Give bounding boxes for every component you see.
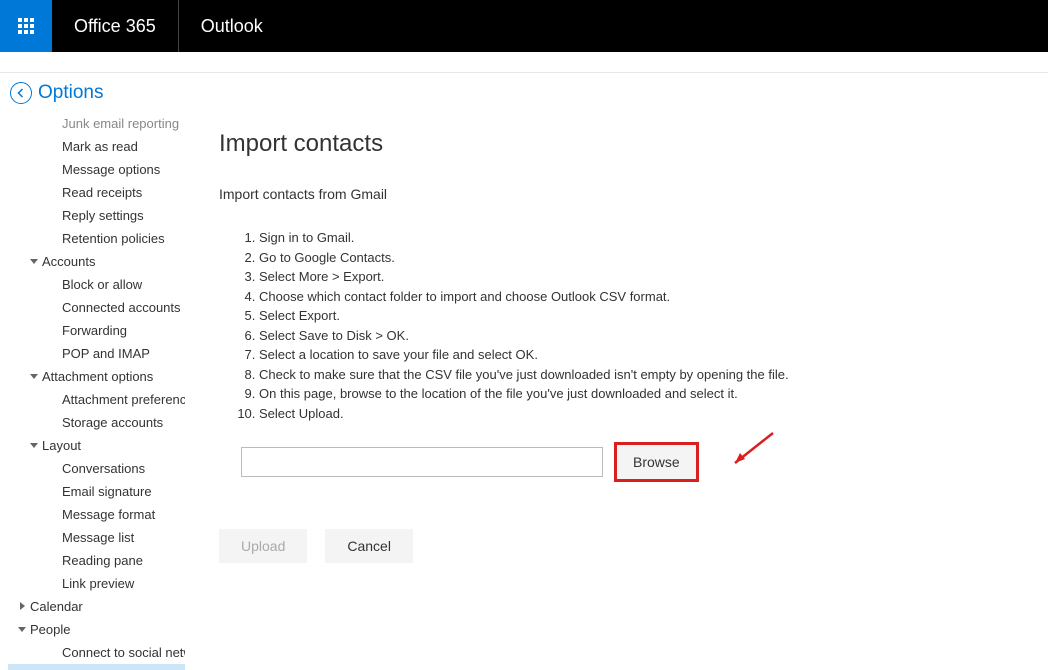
instruction-step: Select Export.: [259, 306, 1030, 326]
sidebar-item[interactable]: Message format: [8, 503, 185, 526]
annotation-arrow-icon: [723, 427, 783, 477]
sidebar-item-label: Junk email reporting: [62, 116, 179, 131]
sidebar-item[interactable]: Message list: [8, 526, 185, 549]
button-row: Upload Cancel: [219, 529, 1030, 563]
sidebar-item[interactable]: Junk email reporting: [8, 112, 185, 135]
sidebar-item-label: Message format: [62, 507, 155, 522]
sidebar-item-label: Calendar: [30, 599, 83, 614]
sidebar-item[interactable]: Reply settings: [8, 204, 185, 227]
sidebar-item-label: Accounts: [42, 254, 95, 269]
cancel-button[interactable]: Cancel: [325, 529, 413, 563]
sidebar-item-label: Reply settings: [62, 208, 144, 223]
sidebar-item-label: Mark as read: [62, 139, 138, 154]
sidebar-item-label: Storage accounts: [62, 415, 163, 430]
sidebar-item-label: Attachment preferences: [62, 392, 185, 407]
back-icon: [10, 82, 32, 104]
sidebar-item[interactable]: Mark as read: [8, 135, 185, 158]
sidebar-section-header[interactable]: Attachment options: [8, 365, 185, 388]
instruction-step: Choose which contact folder to import an…: [259, 287, 1030, 307]
instruction-step: Select Upload.: [259, 404, 1030, 424]
sidebar-item[interactable]: Conversations: [8, 457, 185, 480]
sidebar-item-label: Reading pane: [62, 553, 143, 568]
sidebar-section-header[interactable]: Layout: [8, 434, 185, 457]
sidebar-item-label: Block or allow: [62, 277, 142, 292]
instruction-step: Go to Google Contacts.: [259, 248, 1030, 268]
main-panel: Import contacts Import contacts from Gma…: [185, 112, 1048, 670]
waffle-icon: [18, 18, 34, 34]
sidebar-item[interactable]: Email signature: [8, 480, 185, 503]
sidebar-root-header[interactable]: People: [8, 618, 185, 641]
settings-sidebar: Junk email reporting Mark as read Message …: [0, 112, 185, 670]
sidebar-item-label: Connect to social networks: [62, 645, 185, 660]
sidebar-item[interactable]: Attachment preferences: [8, 388, 185, 411]
instruction-step: On this page, browse to the location of …: [259, 384, 1030, 404]
instruction-step: Select More > Export.: [259, 267, 1030, 287]
page-title: Import contacts: [219, 130, 1030, 158]
sidebar-item[interactable]: Reading pane: [8, 549, 185, 572]
sidebar-item[interactable]: Connect to social networks: [8, 641, 185, 664]
instruction-step: Select a location to save your file and …: [259, 345, 1030, 365]
app-launcher-button[interactable]: [0, 0, 52, 52]
sidebar-item-label: Read receipts: [62, 185, 142, 200]
sidebar-item[interactable]: POP and IMAP: [8, 342, 185, 365]
options-back-bar[interactable]: Options: [0, 72, 1048, 112]
app-name-label: Outlook: [179, 0, 285, 52]
sidebar-item-label: Retention policies: [62, 231, 165, 246]
sidebar-item[interactable]: Block or allow: [8, 273, 185, 296]
sidebar-root-header[interactable]: Calendar: [8, 595, 185, 618]
options-label: Options: [38, 82, 103, 104]
instruction-step: Sign in to Gmail.: [259, 228, 1030, 248]
browse-button[interactable]: Browse: [617, 445, 696, 479]
sidebar-item-label: Attachment options: [42, 369, 153, 384]
sidebar-item[interactable]: Import contacts: [8, 664, 185, 670]
brand-label[interactable]: Office 365: [52, 0, 179, 52]
instruction-step: Select Save to Disk > OK.: [259, 326, 1030, 346]
file-path-input[interactable]: [241, 447, 603, 477]
page-subtitle: Import contacts from Gmail: [219, 186, 1030, 202]
instruction-list: Sign in to Gmail.Go to Google Contacts.S…: [249, 228, 1030, 423]
sidebar-item-label: People: [30, 622, 70, 637]
sidebar-item[interactable]: Retention policies: [8, 227, 185, 250]
sidebar-item-label: Message list: [62, 530, 134, 545]
sidebar-item-label: Forwarding: [62, 323, 127, 338]
sidebar-item-label: Connected accounts: [62, 300, 181, 315]
sidebar-item-label: Layout: [42, 438, 81, 453]
sidebar-item[interactable]: Connected accounts: [8, 296, 185, 319]
sidebar-item[interactable]: Storage accounts: [8, 411, 185, 434]
upload-button[interactable]: Upload: [219, 529, 307, 563]
sidebar-item-label: Conversations: [62, 461, 145, 476]
instruction-step: Check to make sure that the CSV file you…: [259, 365, 1030, 385]
content-row: Junk email reporting Mark as read Message …: [0, 112, 1048, 670]
sidebar-section-header[interactable]: Accounts: [8, 250, 185, 273]
sidebar-item-label: Link preview: [62, 576, 134, 591]
top-bar: Office 365 Outlook: [0, 0, 1048, 52]
sidebar-item[interactable]: Message options: [8, 158, 185, 181]
sidebar-item[interactable]: Link preview: [8, 572, 185, 595]
file-row: Browse: [241, 445, 1030, 479]
sidebar-item[interactable]: Read receipts: [8, 181, 185, 204]
sidebar-item-label: Message options: [62, 162, 160, 177]
sidebar-item-label: POP and IMAP: [62, 346, 150, 361]
sidebar-item-label: Email signature: [62, 484, 152, 499]
sidebar-item[interactable]: Forwarding: [8, 319, 185, 342]
